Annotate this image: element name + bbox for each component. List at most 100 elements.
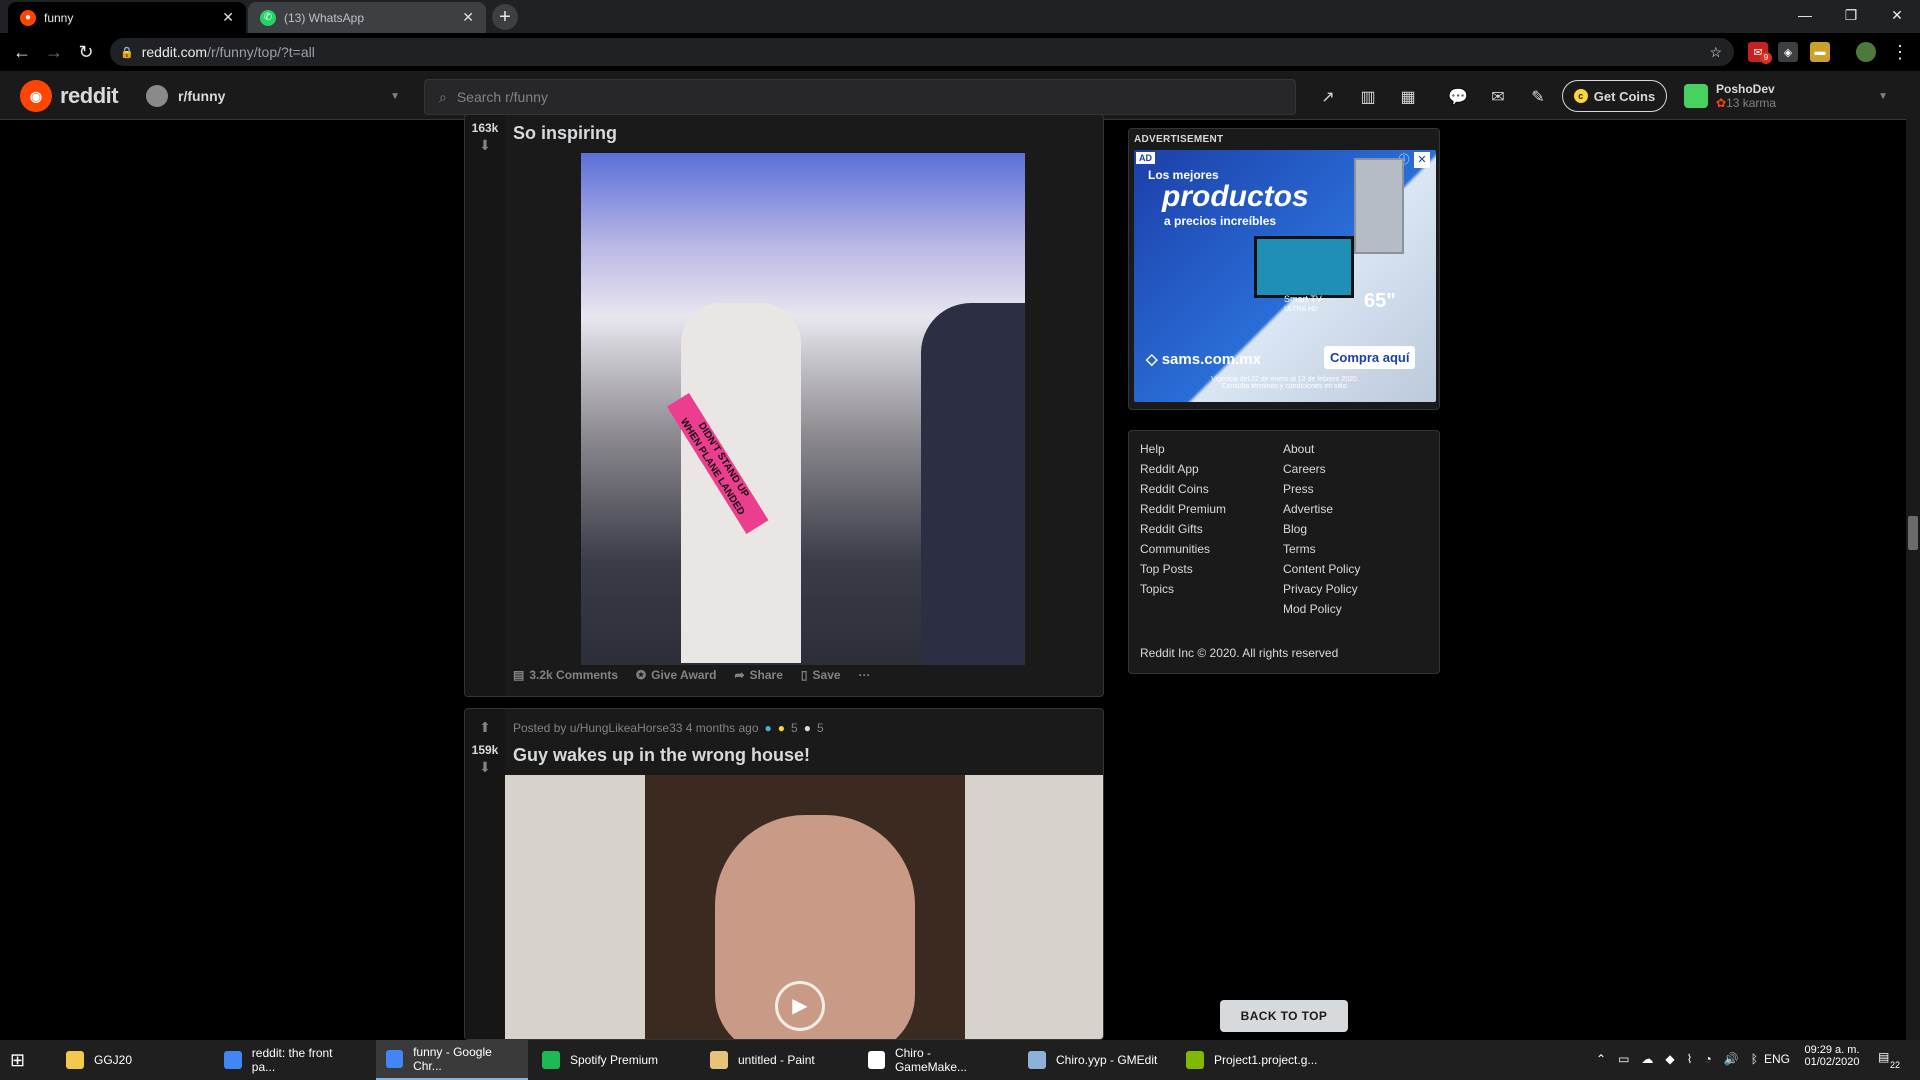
link-press[interactable]: Press: [1283, 482, 1314, 496]
trending-icon[interactable]: ↗: [1316, 85, 1340, 109]
close-tab-icon[interactable]: ✕: [222, 9, 234, 26]
tray-bluetooth-icon[interactable]: ᛒ: [1751, 1052, 1758, 1066]
award-icon: ✪: [636, 668, 647, 682]
ad-cta-button[interactable]: Compra aquí: [1324, 346, 1416, 369]
address-bar[interactable]: 🔒 reddit.com/r/funny/top/?t=all ☆: [110, 38, 1734, 66]
tray-chevron-up-icon[interactable]: ⌃: [1596, 1052, 1606, 1066]
post-card[interactable]: 163k ⬇ So inspiring DIDN'T STAND UP WHEN…: [464, 114, 1104, 697]
post-title[interactable]: Guy wakes up in the wrong house!: [513, 745, 810, 766]
ad-banner[interactable]: AD ✕ ⓘ Los mejores productos a precios i…: [1134, 150, 1436, 402]
tray-battery-icon[interactable]: ▭: [1618, 1052, 1629, 1066]
taskbar-item[interactable]: untitled - Paint: [700, 1040, 850, 1080]
taskbar-item[interactable]: funny - Google Chr...: [376, 1040, 528, 1080]
tray-dropbox-icon[interactable]: ◆: [1665, 1052, 1674, 1066]
link-advertise[interactable]: Advertise: [1283, 502, 1333, 516]
link-reddit-coins[interactable]: Reddit Coins: [1140, 482, 1209, 496]
tray-wifi-icon[interactable]: ◔: [1705, 1052, 1712, 1066]
scrollbar[interactable]: [1906, 71, 1920, 1040]
downvote-icon[interactable]: ⬇: [475, 759, 495, 776]
url-path: /r/funny/top/?t=all: [207, 44, 315, 60]
community-icon[interactable]: ▦: [1396, 85, 1420, 109]
subreddit-selector[interactable]: r/funny ▼: [146, 82, 400, 110]
pocket-extension-icon[interactable]: ◈: [1778, 42, 1798, 62]
clock[interactable]: 09:29 a. m. 01/02/2020: [1800, 1044, 1864, 1068]
link-about[interactable]: About: [1283, 442, 1314, 456]
get-coins-button[interactable]: c Get Coins: [1562, 80, 1667, 112]
posted-by[interactable]: Posted by u/HungLikeaHorse33 4 months ag…: [513, 721, 759, 735]
back-arrow-icon[interactable]: ←: [10, 40, 34, 64]
create-post-icon[interactable]: ✎: [1526, 85, 1550, 109]
tab-funny[interactable]: ● funny ✕: [8, 2, 246, 33]
award-count: 5: [791, 721, 798, 735]
taskbar-item[interactable]: Chiro.yyp - GMEdit: [1018, 1040, 1170, 1080]
link-blog[interactable]: Blog: [1283, 522, 1307, 536]
taskbar-item[interactable]: Project1.project.g...: [1176, 1040, 1336, 1080]
extension-icon[interactable]: ▬: [1810, 42, 1830, 62]
link-top-posts[interactable]: Top Posts: [1140, 562, 1193, 576]
chevron-down-icon: ▼: [390, 90, 400, 102]
downvote-icon[interactable]: ⬇: [475, 137, 495, 154]
bookmark-star-icon[interactable]: ☆: [1709, 44, 1722, 61]
minimize-icon[interactable]: —: [1782, 0, 1828, 30]
link-help[interactable]: Help: [1140, 442, 1165, 456]
chat-icon[interactable]: 💬: [1446, 85, 1470, 109]
karma-icon: ✿: [1716, 96, 1727, 110]
taskbar-item[interactable]: Chiro - GameMake...: [858, 1040, 1010, 1080]
action-center-icon[interactable]: ▤: [1878, 1050, 1889, 1064]
ad-close-icon[interactable]: ✕: [1414, 152, 1430, 168]
close-window-icon[interactable]: ✕: [1874, 0, 1920, 30]
search-input[interactable]: [456, 89, 1237, 105]
post-title[interactable]: So inspiring: [513, 123, 617, 144]
link-careers[interactable]: Careers: [1283, 462, 1326, 476]
close-tab-icon[interactable]: ✕: [462, 9, 474, 26]
mail-icon[interactable]: ✉: [1486, 85, 1510, 109]
post-video[interactable]: ▶: [505, 775, 1103, 1039]
menu-dots-icon[interactable]: ⋮: [1888, 40, 1912, 64]
language-indicator[interactable]: ENG: [1764, 1052, 1790, 1066]
link-communities[interactable]: Communities: [1140, 542, 1210, 556]
play-icon[interactable]: ▶: [775, 981, 825, 1031]
share-button[interactable]: ➦ Share: [734, 668, 782, 682]
search-icon: ⌕: [439, 88, 447, 105]
windows-start-icon[interactable]: ⊞: [10, 1050, 30, 1070]
user-menu[interactable]: PoshoDev ✿13 karma ▼: [1684, 80, 1888, 112]
forward-arrow-icon[interactable]: →: [42, 40, 66, 64]
taskbar-item[interactable]: Spotify Premium: [532, 1040, 692, 1080]
more-options-button[interactable]: ···: [859, 668, 871, 682]
leaderboard-icon[interactable]: ▥: [1356, 85, 1380, 109]
link-content-policy[interactable]: Content Policy: [1283, 562, 1360, 576]
new-tab-button[interactable]: +: [492, 4, 518, 30]
tray-network-icon[interactable]: ⌇: [1687, 1052, 1693, 1066]
tab-whatsapp[interactable]: ✆ (13) WhatsApp ✕: [248, 2, 486, 33]
post-image[interactable]: DIDN'T STAND UP WHEN PLANE LANDED: [581, 153, 1025, 665]
search-bar[interactable]: ⌕: [424, 79, 1296, 115]
snoo-icon: ◉: [20, 80, 52, 112]
link-reddit-app[interactable]: Reddit App: [1140, 462, 1199, 476]
tray-volume-icon[interactable]: 🔊: [1724, 1052, 1739, 1066]
award-gold-icon: ●: [777, 721, 785, 735]
scrollbar-thumb[interactable]: [1908, 516, 1918, 550]
award-count: 5: [816, 721, 824, 735]
taskbar-app-icon: [1028, 1051, 1046, 1069]
link-topics[interactable]: Topics: [1140, 582, 1174, 596]
notification-count: 22: [1890, 1060, 1901, 1070]
give-award-button[interactable]: ✪ Give Award: [636, 668, 716, 682]
link-privacy-policy[interactable]: Privacy Policy: [1283, 582, 1358, 596]
restore-icon[interactable]: ❐: [1828, 0, 1874, 30]
taskbar-item[interactable]: reddit: the front pa...: [214, 1040, 368, 1080]
back-to-top-button[interactable]: BACK TO TOP: [1220, 1000, 1348, 1032]
post-card[interactable]: ⬆ 159k ⬇ Posted by u/HungLikeaHorse33 4 …: [464, 708, 1104, 1040]
link-terms[interactable]: Terms: [1283, 542, 1316, 556]
reddit-logo[interactable]: ◉ reddit: [20, 80, 119, 112]
save-button[interactable]: ▯ Save: [801, 668, 841, 682]
tray-onedrive-icon[interactable]: ☁: [1641, 1052, 1653, 1066]
presenter-figure: [921, 303, 1025, 665]
link-reddit-premium[interactable]: Reddit Premium: [1140, 502, 1226, 516]
profile-avatar[interactable]: [1856, 42, 1876, 62]
link-reddit-gifts[interactable]: Reddit Gifts: [1140, 522, 1203, 536]
taskbar-item[interactable]: GGJ20: [56, 1040, 206, 1080]
link-mod-policy[interactable]: Mod Policy: [1283, 602, 1342, 616]
comments-button[interactable]: ▤ 3.2k Comments: [513, 668, 618, 682]
reload-icon[interactable]: ↻: [74, 40, 98, 64]
upvote-icon[interactable]: ⬆: [475, 719, 495, 736]
